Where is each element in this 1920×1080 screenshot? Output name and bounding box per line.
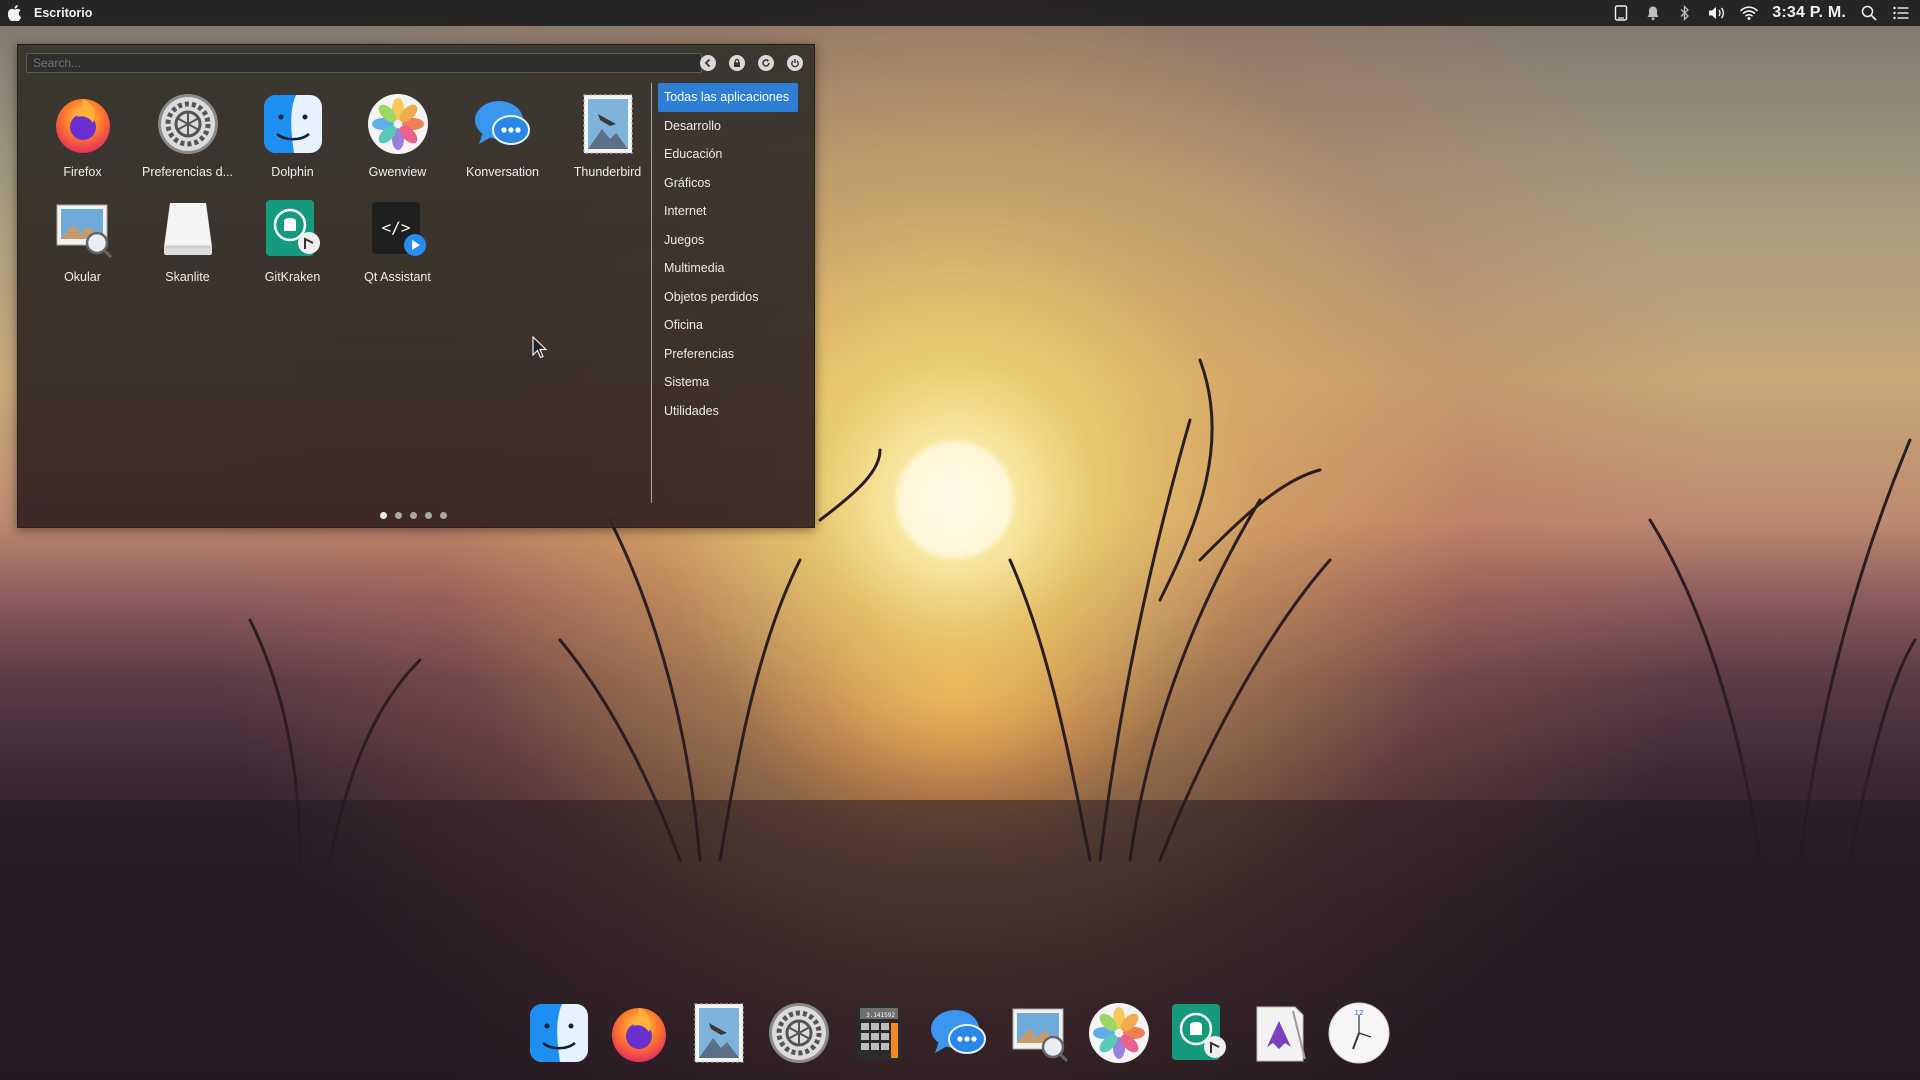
page-dot[interactable] [425, 512, 432, 519]
dock-photos-icon[interactable] [1086, 1000, 1152, 1066]
photos-icon [365, 91, 431, 157]
code-assistant-icon: </> [365, 196, 431, 262]
page-dot[interactable] [380, 512, 387, 519]
lock-icon[interactable] [729, 55, 745, 71]
page-dot[interactable] [440, 512, 447, 519]
apple-menu-icon[interactable] [0, 0, 30, 26]
category-list: Todas las aplicaciones Desarrollo Educac… [658, 83, 808, 425]
app-label: Dolphin [271, 165, 314, 179]
dock-firefox-icon[interactable] [606, 1000, 672, 1066]
refresh-icon[interactable] [758, 55, 774, 71]
active-app-title[interactable]: Escritorio [34, 6, 92, 20]
svg-text:</>: </> [381, 218, 410, 237]
page-indicator [380, 512, 447, 519]
dock: 3.141592 12 [526, 1000, 1392, 1072]
calculator-display: 3.141592 [866, 1012, 895, 1019]
dock-calculator-icon[interactable]: 3.141592 [846, 1000, 912, 1066]
dock-gear-icon[interactable] [766, 1000, 832, 1066]
app-konversation[interactable]: Konversation [450, 89, 555, 189]
firefox-icon [50, 91, 116, 157]
category-educacion[interactable]: Educación [658, 140, 798, 169]
app-label: Firefox [63, 165, 102, 179]
app-label: Okular [64, 270, 101, 284]
tablet-icon[interactable] [1612, 4, 1630, 22]
category-oficina[interactable]: Oficina [658, 311, 798, 340]
category-multimedia[interactable]: Multimedia [658, 254, 798, 283]
menu-bar: Escritorio 3:34 P. M. [0, 0, 1920, 26]
app-label: Preferencias d... [141, 165, 233, 179]
app-label: Qt Assistant [364, 270, 431, 284]
wifi-icon[interactable] [1740, 4, 1759, 22]
app-qt-assistant[interactable]: </> Qt Assistant [345, 194, 450, 294]
mouse-cursor-icon [532, 336, 548, 359]
dock-mail-stamp-icon[interactable] [686, 1000, 752, 1066]
app-label: Thunderbird [573, 165, 642, 179]
app-system-preferences[interactable]: Preferencias d... [135, 89, 240, 189]
dock-preview-icon[interactable] [1006, 1000, 1072, 1066]
dock-clock-icon[interactable]: 12 [1326, 1000, 1392, 1066]
scanner-icon [155, 196, 221, 262]
back-icon[interactable] [700, 55, 716, 71]
mail-stamp-icon [575, 91, 641, 157]
app-gwenview[interactable]: Gwenview [345, 89, 450, 189]
app-label: Konversation [466, 165, 539, 179]
dock-finder-icon[interactable] [526, 1000, 592, 1066]
category-preferencias[interactable]: Preferencias [658, 340, 798, 369]
app-okular[interactable]: Okular [30, 194, 135, 294]
app-label: GitKraken [264, 270, 321, 284]
app-thunderbird[interactable]: Thunderbird [555, 89, 660, 189]
category-sistema[interactable]: Sistema [658, 368, 798, 397]
dock-chat-bubble-icon[interactable] [926, 1000, 992, 1066]
gear-icon [155, 91, 221, 157]
volume-icon[interactable] [1708, 4, 1726, 22]
app-label: Gwenview [368, 165, 427, 179]
category-graficos[interactable]: Gráficos [658, 169, 798, 198]
preview-icon [50, 196, 116, 262]
gitkraken-icon [260, 196, 326, 262]
page-dot[interactable] [395, 512, 402, 519]
power-icon[interactable] [787, 55, 803, 71]
list-icon[interactable] [1892, 4, 1910, 22]
app-gitkraken[interactable]: GitKraken [240, 194, 345, 294]
bluetooth-icon[interactable] [1676, 4, 1694, 22]
category-utilidades[interactable]: Utilidades [658, 397, 798, 426]
app-skanlite[interactable]: Skanlite [135, 194, 240, 294]
finder-icon [260, 91, 326, 157]
chat-bubble-icon [470, 91, 536, 157]
application-launcher: Firefox Preferencias d... [17, 44, 815, 528]
category-desarrollo[interactable]: Desarrollo [658, 112, 798, 141]
category-objetos-perdidos[interactable]: Objetos perdidos [658, 283, 798, 312]
bell-icon[interactable] [1644, 4, 1662, 22]
category-internet[interactable]: Internet [658, 197, 798, 226]
category-juegos[interactable]: Juegos [658, 226, 798, 255]
app-label: Skanlite [165, 270, 210, 284]
dock-inkscape-icon[interactable] [1246, 1000, 1312, 1066]
dock-gitkraken-icon[interactable] [1166, 1000, 1232, 1066]
clock-display[interactable]: 3:34 P. M. [1772, 4, 1846, 22]
search-input[interactable] [26, 53, 702, 73]
category-all-apps[interactable]: Todas las aplicaciones [658, 83, 798, 112]
sidebar-divider [651, 83, 652, 503]
app-dolphin[interactable]: Dolphin [240, 89, 345, 189]
search-icon[interactable] [1860, 4, 1878, 22]
app-firefox[interactable]: Firefox [30, 89, 135, 189]
page-dot[interactable] [410, 512, 417, 519]
